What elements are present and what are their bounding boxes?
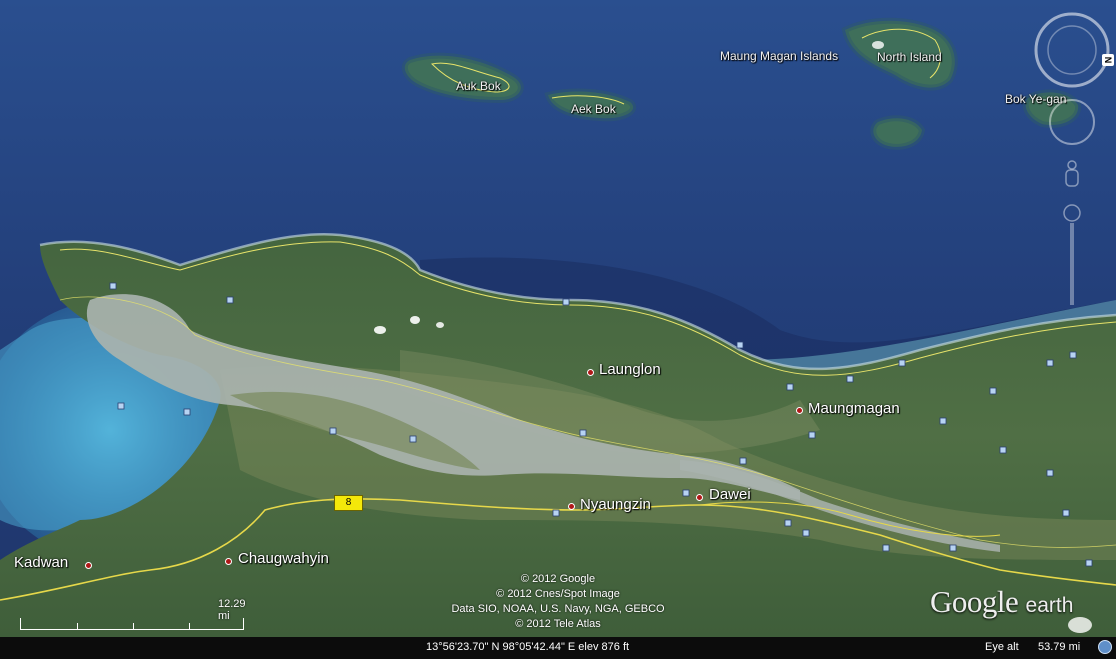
logo-earth: earth — [1025, 594, 1074, 617]
look-joystick[interactable] — [1050, 100, 1094, 144]
logo-google: Google — [930, 584, 1019, 619]
place-marker-kadwan[interactable] — [85, 562, 92, 569]
place-marker-launglon[interactable] — [587, 369, 594, 376]
status-bar: 13°56'23.70" N 98°05'42.44" E elev 876 f… — [0, 637, 1116, 659]
scale-tick — [77, 623, 78, 629]
island-label-aek-bok[interactable]: Aek Bok — [571, 102, 616, 116]
credit-line: Data SIO, NOAA, U.S. Navy, NGA, GEBCO — [451, 603, 665, 615]
streaming-globe-icon — [1098, 640, 1112, 654]
place-marker-chaugwahyin[interactable] — [225, 558, 232, 565]
satellite-imagery — [0, 0, 1116, 659]
scale-legend: 12.29 mi — [20, 598, 246, 632]
island-label-maung-magan-islands[interactable]: Maung Magan Islands — [720, 49, 838, 63]
island-label-north-island[interactable]: North Island — [877, 50, 942, 64]
cursor-coordinates: 13°56'23.70" N 98°05'42.44" E elev 876 f… — [426, 641, 630, 653]
place-label-nyaungzin[interactable]: Nyaungzin — [580, 496, 651, 513]
island-label-auk-bok[interactable]: Auk Bok — [456, 79, 501, 93]
place-marker-maungmagan[interactable] — [796, 407, 803, 414]
place-label-launglon[interactable]: Launglon — [599, 361, 661, 378]
map-viewport[interactable]: Auk Bok Aek Bok Maung Magan Islands Nort… — [0, 0, 1116, 659]
route-shield: 8 — [334, 495, 363, 511]
place-marker-dawei[interactable] — [696, 494, 703, 501]
imagery-credits: © 2012 Google © 2012 Cnes/Spot Image Dat… — [420, 572, 696, 632]
scale-tick — [133, 623, 134, 629]
google-earth-logo: Google earth — [930, 584, 1073, 620]
scale-tick — [189, 623, 190, 629]
credit-line: © 2012 Tele Atlas — [515, 618, 601, 630]
navigation-controls: N — [1030, 10, 1116, 510]
compass-ring[interactable] — [1036, 14, 1108, 86]
place-label-maungmagan[interactable]: Maungmagan — [808, 400, 900, 417]
zoom-slider[interactable] — [1066, 223, 1078, 305]
street-view-pegman-icon[interactable] — [1062, 158, 1082, 188]
place-marker-nyaungzin[interactable] — [568, 503, 575, 510]
eye-alt-label: Eye alt — [985, 641, 1019, 653]
scale-bar — [20, 618, 244, 630]
place-label-chaugwahyin[interactable]: Chaugwahyin — [238, 550, 329, 567]
credit-line: © 2012 Google — [520, 573, 596, 585]
eye-alt-value: 53.79 mi — [1038, 641, 1081, 653]
zoom-in-button[interactable] — [1062, 203, 1082, 223]
place-label-kadwan[interactable]: Kadwan — [14, 554, 68, 571]
credit-line: © 2012 Cnes/Spot Image — [496, 588, 620, 600]
place-label-dawei[interactable]: Dawei — [709, 486, 751, 503]
